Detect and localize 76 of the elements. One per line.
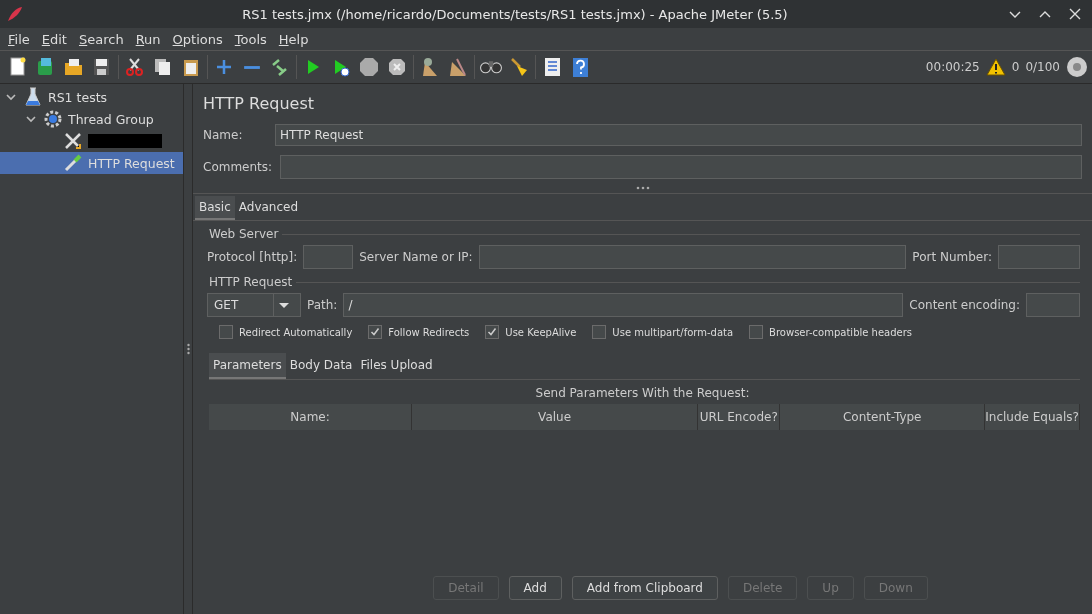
tree-label: Thread Group	[68, 111, 154, 127]
field-label: Comments:	[203, 160, 273, 174]
open-folder-icon	[63, 56, 85, 78]
tree-row[interactable]: Thread Group	[0, 108, 183, 130]
field-label: Port Number:	[912, 250, 992, 264]
path-field[interactable]: /	[343, 293, 904, 317]
menu-item[interactable]: Search	[72, 31, 130, 47]
tab[interactable]: Body Data	[285, 353, 357, 379]
column-header[interactable]: Value	[412, 404, 699, 430]
encoding-field[interactable]	[1026, 293, 1080, 317]
checkbox-label: Redirect Automatically	[239, 326, 353, 338]
action-button[interactable]: Add	[508, 576, 562, 600]
tree-label: RS1 tests	[48, 89, 108, 105]
binoculars-icon	[480, 60, 502, 74]
checkbox-label: Follow Redirects	[388, 326, 470, 338]
gear-icon	[42, 108, 64, 130]
shutdown-icon	[386, 56, 408, 78]
field-label: Content encoding:	[909, 298, 1020, 312]
tab[interactable]: Parameters	[209, 353, 286, 379]
port-field[interactable]	[998, 245, 1080, 269]
minus-icon	[243, 64, 261, 70]
menu-item[interactable]: Edit	[35, 31, 73, 47]
column-header[interactable]: Content-Type	[780, 404, 986, 430]
method-dropdown[interactable]: GET	[207, 293, 301, 317]
checkmark-icon	[370, 327, 381, 337]
table-caption: Send Parameters With the Request:	[534, 386, 751, 400]
menu-item[interactable]: Options	[166, 31, 229, 47]
column-header[interactable]: Name:	[209, 404, 413, 430]
tree-row[interactable]: HTTP Request	[0, 152, 183, 174]
field-label: Name:	[203, 128, 244, 142]
field-label: Server Name or IP:	[359, 250, 473, 264]
thread-count: 0/100	[1025, 60, 1060, 74]
feather-logo-icon	[6, 5, 24, 23]
remote-status-icon	[1066, 56, 1088, 78]
checkbox[interactable]	[219, 325, 233, 339]
checkbox[interactable]	[368, 325, 383, 339]
section-legend: Web Server	[209, 227, 279, 241]
menu-item[interactable]: Help	[272, 31, 315, 47]
checkbox-label: Use KeepAlive	[505, 326, 577, 338]
tools-icon	[62, 130, 84, 152]
menu-item[interactable]: Run	[129, 31, 167, 47]
column-header[interactable]: Include Equals?	[985, 404, 1080, 430]
checkbox[interactable]	[592, 325, 607, 339]
checkbox-label: Browser-compatible headers	[769, 326, 913, 338]
checkmark-icon	[487, 327, 498, 337]
splitter-handle[interactable]	[186, 343, 190, 355]
tab[interactable]: Advanced	[234, 196, 303, 220]
field-label: Path:	[307, 298, 338, 312]
warning-count: 0	[1011, 60, 1020, 74]
stop-icon	[358, 56, 380, 78]
menu-item[interactable]: File	[2, 31, 36, 47]
flask-icon	[22, 86, 44, 108]
warning-icon	[985, 58, 1006, 76]
panel-title: HTTP Request	[202, 93, 316, 115]
elapsed-time: 00:00:25	[925, 60, 980, 74]
divider-handle[interactable]	[635, 186, 650, 190]
checkbox[interactable]	[485, 325, 500, 339]
column-header[interactable]: URL Encode?	[698, 404, 781, 430]
tree-row[interactable]: RS1 tests	[0, 86, 183, 108]
protocol-field[interactable]	[303, 245, 354, 269]
menu-item[interactable]: Tools	[228, 31, 273, 47]
checkbox[interactable]	[749, 325, 764, 339]
server-field[interactable]	[478, 245, 907, 269]
window-title: RS1 tests.jmx (/home/ricardo/Documents/tests/RS1 tests.jmx) - Apache JMeter (5.5)	[241, 6, 789, 22]
comments-field[interactable]	[280, 155, 1082, 179]
tab[interactable]: Basic	[195, 196, 235, 220]
broom-icon	[508, 56, 530, 78]
action-button[interactable]: Add from Clipboard	[571, 576, 718, 600]
tree-label: HTTP Request	[88, 155, 175, 171]
pipette-icon	[62, 152, 84, 174]
cut-icon	[124, 56, 146, 78]
field-label: Protocol [http]:	[207, 250, 298, 264]
name-field[interactable]: HTTP Request	[275, 124, 1082, 146]
tab[interactable]: Files Upload	[356, 353, 437, 379]
section-legend: HTTP Request	[209, 275, 293, 289]
checkbox-label: Use multipart/form-data	[612, 326, 734, 338]
